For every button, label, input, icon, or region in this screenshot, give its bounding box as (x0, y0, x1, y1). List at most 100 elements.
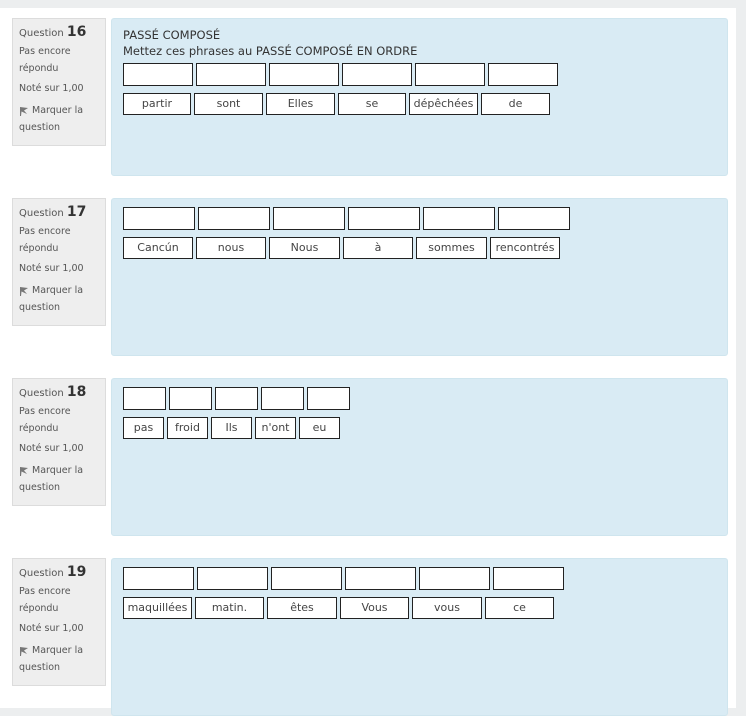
word-tile[interactable]: Nous (269, 237, 340, 259)
question-number: Question 17 (19, 204, 105, 222)
word-tile[interactable]: nous (196, 237, 266, 259)
flag-label: question (19, 662, 61, 673)
question-content: Cancún nous Nous à sommes rencontrés (111, 198, 728, 356)
state-line: Pas encore (19, 586, 71, 597)
drop-zone[interactable] (261, 387, 304, 410)
flag-label: Marquer la (32, 285, 84, 296)
drop-zone[interactable] (498, 207, 570, 230)
word-tile-row: pas froid Ils n'ont eu (123, 417, 727, 439)
drop-zone[interactable] (198, 207, 270, 230)
drop-zone[interactable] (415, 63, 485, 86)
flag-label: question (19, 482, 61, 493)
drop-zone[interactable] (342, 63, 412, 86)
drop-zone[interactable] (345, 567, 416, 590)
drop-zone[interactable] (215, 387, 258, 410)
question-number-value: 18 (66, 384, 87, 400)
flag-icon (20, 466, 28, 476)
question-state: Pas encore répondu (19, 583, 105, 617)
word-tile[interactable]: eu (299, 417, 340, 439)
question-number-value: 16 (66, 24, 87, 40)
question-label: Question (19, 568, 64, 579)
word-tile[interactable]: Cancún (123, 237, 193, 259)
flag-icon (20, 646, 28, 656)
word-tile[interactable]: Elles (266, 93, 335, 115)
word-tile[interactable]: rencontrés (490, 237, 560, 259)
question-instruction: Mettez ces phrases au PASSÉ COMPOSÉ EN O… (123, 44, 418, 58)
question-label: Question (19, 388, 64, 399)
drop-zone[interactable] (348, 207, 420, 230)
word-tile-row: partir sont Elles se dépêchées de (123, 93, 727, 115)
drop-zone[interactable] (123, 207, 195, 230)
state-line: Pas encore (19, 46, 71, 57)
word-tile[interactable]: sont (194, 93, 263, 115)
drop-zone[interactable] (169, 387, 212, 410)
word-tile[interactable]: sommes (416, 237, 487, 259)
question-state: Pas encore répondu (19, 43, 105, 77)
word-tile[interactable]: se (338, 93, 406, 115)
word-tile[interactable]: à (343, 237, 413, 259)
word-tile[interactable]: froid (167, 417, 208, 439)
question-info: Question 19 Pas encore répondu Noté sur 1… (12, 558, 106, 686)
state-line: répondu (19, 603, 59, 614)
drop-zone[interactable] (488, 63, 558, 86)
word-tile[interactable]: Vous (340, 597, 409, 619)
word-tile[interactable]: de (481, 93, 550, 115)
question-label: Question (19, 28, 64, 39)
word-tile[interactable]: dépêchées (409, 93, 478, 115)
word-tile[interactable]: maquillées (123, 597, 192, 619)
word-tile[interactable]: pas (123, 417, 164, 439)
question-content: pas froid Ils n'ont eu (111, 378, 728, 536)
drop-zone[interactable] (423, 207, 495, 230)
word-tile[interactable]: êtes (267, 597, 337, 619)
drop-zone[interactable] (419, 567, 490, 590)
flag-label: Marquer la (32, 645, 84, 656)
question-number: Question 18 (19, 384, 105, 402)
word-tile[interactable]: vous (412, 597, 482, 619)
question-number: Question 16 (19, 24, 105, 42)
flag-question-link[interactable]: Marquer la question (19, 642, 105, 676)
state-line: Pas encore (19, 226, 71, 237)
drop-zone[interactable] (493, 567, 564, 590)
drop-zone[interactable] (271, 567, 342, 590)
word-tile[interactable]: ce (485, 597, 554, 619)
word-tile[interactable]: n'ont (255, 417, 296, 439)
flag-label: Marquer la (32, 465, 84, 476)
flag-question-link[interactable]: Marquer la question (19, 462, 105, 496)
word-tile-row: maquillées matin. êtes Vous vous ce (123, 597, 727, 619)
question-info: Question 17 Pas encore répondu Noté sur 1… (12, 198, 106, 326)
drop-zone-row (123, 207, 727, 230)
question-label: Question (19, 208, 64, 219)
word-tile[interactable]: matin. (195, 597, 264, 619)
state-line: répondu (19, 243, 59, 254)
state-line: répondu (19, 423, 59, 434)
question-state: Pas encore répondu (19, 403, 105, 437)
flag-question-link[interactable]: Marquer la question (19, 102, 105, 136)
question-grade: Noté sur 1,00 (19, 263, 84, 274)
word-tile[interactable]: partir (123, 93, 191, 115)
word-tile[interactable]: Ils (211, 417, 252, 439)
drop-zone-row (123, 387, 727, 410)
flag-icon (20, 286, 28, 296)
word-tile-row: Cancún nous Nous à sommes rencontrés (123, 237, 727, 259)
drop-zone[interactable] (307, 387, 350, 410)
question-content: PASSÉ COMPOSÉ Mettez ces phrases au PASS… (111, 18, 728, 176)
flag-icon (20, 106, 28, 116)
drop-zone[interactable] (269, 63, 339, 86)
drop-zone[interactable] (123, 567, 194, 590)
state-line: Pas encore (19, 406, 71, 417)
drop-zone[interactable] (196, 63, 266, 86)
question-grade: Noté sur 1,00 (19, 83, 84, 94)
drop-zone[interactable] (123, 387, 166, 410)
question-title: PASSÉ COMPOSÉ (123, 28, 221, 42)
question-content: maquillées matin. êtes Vous vous ce (111, 558, 728, 716)
flag-label: Marquer la (32, 105, 84, 116)
question-number-value: 19 (66, 564, 87, 580)
quiz-page: Question 16 Pas encore répondu Noté sur 1… (0, 8, 736, 716)
flag-question-link[interactable]: Marquer la question (19, 282, 105, 316)
drop-zone[interactable] (123, 63, 193, 86)
question-info: Question 16 Pas encore répondu Noté sur 1… (12, 18, 106, 146)
drop-zone[interactable] (197, 567, 268, 590)
drop-zone-row (123, 63, 727, 86)
question-grade: Noté sur 1,00 (19, 623, 84, 634)
drop-zone[interactable] (273, 207, 345, 230)
